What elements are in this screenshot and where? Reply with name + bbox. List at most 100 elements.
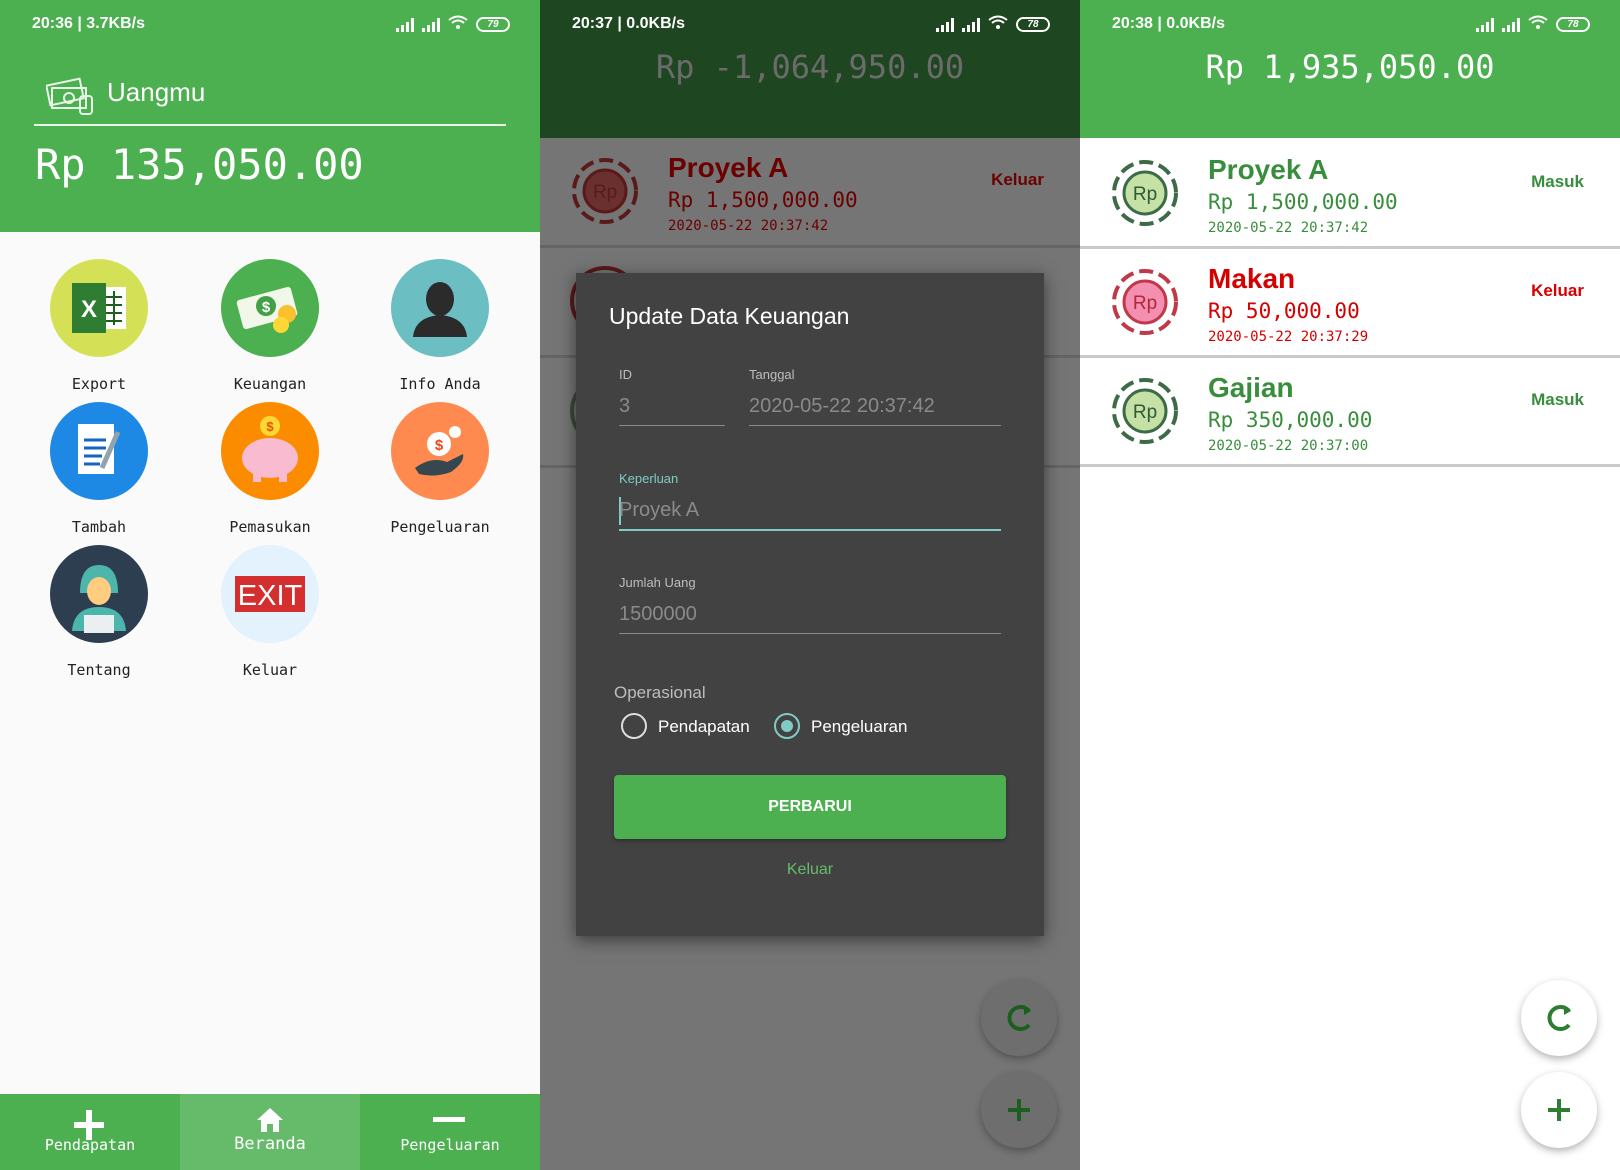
transaction-row[interactable]: Rp Gajian Rp 350,000.00 2020-05-22 20:37… [1080, 358, 1620, 467]
menu-export[interactable]: X Export [14, 259, 184, 393]
id-underline [619, 425, 725, 426]
menu-info-anda[interactable]: Info Anda [355, 259, 525, 393]
balance-amount: Rp 135,050.00 [35, 140, 364, 189]
money-icon: $ [221, 259, 319, 357]
status-time: 20:38 | 0.0KB/s [1112, 15, 1225, 32]
total-balance: Rp 1,935,050.00 [1205, 48, 1495, 86]
transaction-name: Makan [1208, 263, 1296, 294]
amount-underline [619, 633, 1001, 634]
menu-tambah[interactable]: Tambah [14, 402, 184, 536]
home-icon [257, 1108, 283, 1132]
transaction-row[interactable]: Rp Makan Rp 50,000.00 2020-05-22 20:37:2… [1080, 249, 1620, 358]
menu-label: Tentang [67, 661, 131, 679]
svg-text:$: $ [262, 299, 271, 316]
radio-pengeluaran[interactable] [774, 713, 800, 739]
dialog-title: Update Data Keuangan [609, 303, 850, 329]
signal-icon [1476, 17, 1494, 32]
nav-label: Pendapatan [44, 1136, 136, 1154]
svg-text:$: $ [435, 437, 444, 454]
rupiah-income-icon: Rp [1112, 160, 1178, 226]
plus-icon [1548, 1099, 1570, 1121]
svg-text:EXIT: EXIT [238, 580, 303, 612]
purpose-underline [619, 529, 1001, 531]
home-screen: 20:36 | 3.7KB/s 79 Uangmu Rp 135,050.00 [0, 0, 540, 1170]
plus-icon [1008, 1099, 1030, 1121]
amount-label: Jumlah Uang [619, 575, 696, 590]
transaction-type: Masuk [1531, 390, 1584, 409]
transaction-list: Rp Proyek A Rp 1,500,000.00 2020-05-22 2… [1080, 140, 1620, 467]
menu-label: Keluar [242, 661, 298, 679]
wifi-icon [448, 15, 468, 34]
user-icon [391, 259, 489, 357]
transaction-amount: Rp 1,500,000.00 [1208, 190, 1398, 214]
battery-icon: 78 [1556, 17, 1590, 32]
nav-label: Beranda [234, 1134, 306, 1154]
transaction-date: 2020-05-22 20:37:42 [668, 218, 829, 234]
transaction-row[interactable]: Rp Proyek A Rp 1,500,000.00 2020-05-22 2… [1080, 140, 1620, 249]
refresh-button[interactable] [1521, 980, 1597, 1056]
rupiah-expense-icon: Rp [1112, 269, 1178, 335]
menu-keuangan[interactable]: $ Keuangan [185, 259, 355, 393]
status-time: 20:37 | 0.0KB/s [572, 15, 685, 32]
rupiah-income-icon: Rp [1112, 378, 1178, 444]
update-dialog: Update Data Keuangan ID 3 Tanggal 2020-0… [576, 273, 1044, 936]
transaction-date: 2020-05-22 20:37:00 [1208, 438, 1369, 454]
signal-icon [1502, 17, 1520, 32]
transaction-type: Keluar [1531, 281, 1584, 300]
svg-text:Rp: Rp [593, 182, 617, 203]
radio-pendapatan[interactable] [621, 713, 647, 739]
operation-label: Operasional [614, 683, 706, 702]
menu-tentang[interactable]: Tentang [14, 545, 184, 679]
menu-label: Pemasukan [229, 518, 311, 536]
menu-pengeluaran[interactable]: $ Pengeluaran [355, 402, 525, 536]
money-stack-icon [46, 77, 93, 115]
status-bar: 20:38 | 0.0KB/s 78 [1080, 0, 1620, 50]
signal-icon [396, 17, 414, 32]
radio-label-pendapatan: Pendapatan [658, 717, 750, 736]
purpose-field[interactable]: Proyek A [619, 499, 699, 522]
list-header: 20:37 | 0.0KB/s 78 Rp -1,064,950.00 [540, 0, 1080, 138]
transaction-name: Gajian [1208, 372, 1294, 403]
amount-field[interactable]: 1500000 [619, 603, 697, 626]
list-header: 20:38 | 0.0KB/s 78 Rp 1,935,050.00 [1080, 0, 1620, 138]
svg-text:Rp: Rp [1133, 293, 1157, 314]
menu-keluar[interactable]: EXIT Keluar [185, 545, 355, 679]
rupiah-icon: Rp [572, 158, 638, 224]
nav-pengeluaran[interactable]: Pengeluaran [360, 1094, 540, 1170]
status-time: 20:36 | 3.7KB/s [32, 15, 145, 32]
signal-icon [936, 17, 954, 32]
developer-icon [50, 545, 148, 643]
signal-icon [962, 17, 980, 32]
menu-label: Tambah [71, 518, 127, 536]
update-dialog-screen: 20:37 | 0.0KB/s 78 Rp -1,064,950.00 Rp P… [540, 0, 1080, 1170]
transaction-type: Masuk [1531, 172, 1584, 191]
transaction-amount: Rp 350,000.00 [1208, 408, 1373, 432]
wifi-icon [988, 15, 1008, 34]
transaction-list-screen: 20:38 | 0.0KB/s 78 Rp 1,935,050.00 Rp Pr… [1080, 0, 1620, 1170]
transaction-row[interactable]: Rp Proyek A Rp 1,500,000.00 2020-05-22 2… [540, 138, 1080, 248]
add-button[interactable] [1521, 1072, 1597, 1148]
battery-icon: 78 [1016, 17, 1050, 32]
app-title: Uangmu [107, 77, 206, 107]
refresh-icon [1547, 1005, 1571, 1031]
excel-icon: X [50, 259, 148, 357]
nav-label: Pengeluaran [400, 1136, 500, 1154]
date-field[interactable]: 2020-05-22 20:37:42 [749, 395, 935, 418]
menu-label: Info Anda [399, 375, 481, 393]
menu-label: Pengeluaran [390, 518, 490, 536]
date-underline [749, 425, 1001, 426]
piggy-bank-icon: $ [221, 402, 319, 500]
exit-dialog-button[interactable]: Keluar [576, 861, 1044, 879]
status-bar: 20:36 | 3.7KB/s 79 [0, 0, 540, 50]
update-button[interactable]: PERBARUI [614, 775, 1006, 839]
nav-pendapatan[interactable]: Pendapatan [0, 1094, 180, 1170]
menu-pemasukan[interactable]: $ Pemasukan [185, 402, 355, 536]
refresh-button[interactable] [981, 980, 1057, 1056]
id-field[interactable]: 3 [619, 395, 630, 418]
wifi-icon [1528, 15, 1548, 34]
nav-beranda[interactable]: Beranda [180, 1094, 360, 1170]
exit-icon: EXIT [221, 545, 319, 643]
home-header: 20:36 | 3.7KB/s 79 Uangmu Rp 135,050.00 [0, 0, 540, 232]
svg-text:X: X [81, 296, 97, 323]
add-button[interactable] [981, 1072, 1057, 1148]
